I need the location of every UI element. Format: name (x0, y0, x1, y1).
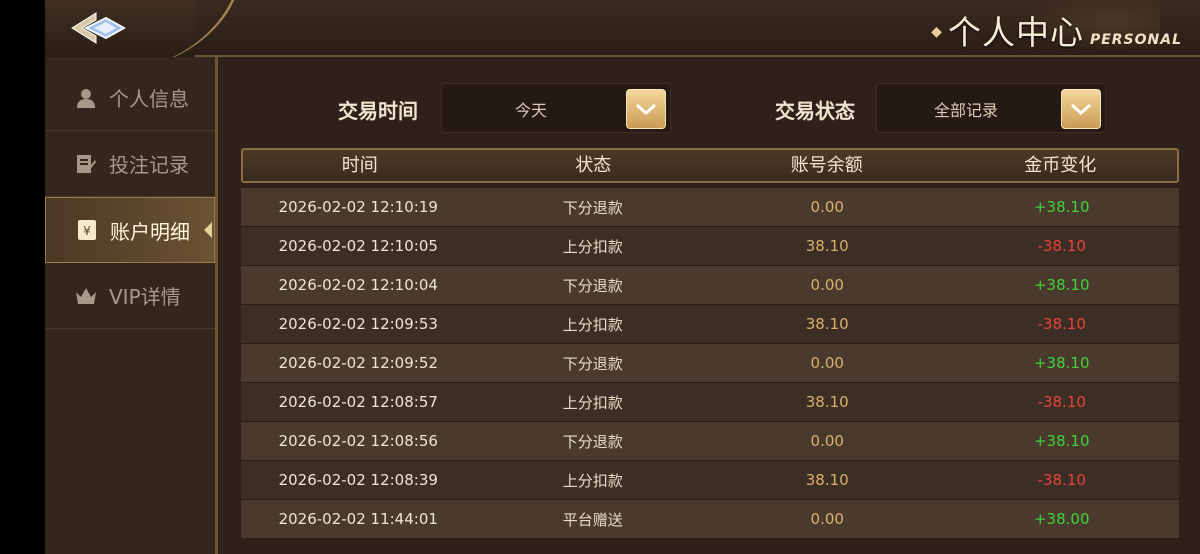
back-diamond-icon (71, 12, 127, 44)
sidebar-item-label: 投注记录 (109, 153, 189, 177)
transaction-status-label: 交易状态 (775, 99, 855, 123)
cell-status: 下分退款 (562, 432, 623, 451)
page-title-en: PERSONAL (1089, 32, 1182, 48)
sidebar-item-personal-info[interactable]: 个人信息 (45, 65, 215, 131)
cell-time: 2026-02-02 11:44:01 (278, 510, 438, 528)
table-row: 2026-02-02 12:10:19 下分退款 0.00 +38.10 (241, 188, 1179, 227)
sidebar-item-label: 账户明细 (110, 219, 190, 244)
table-row: 2026-02-02 11:44:01 平台赠送 0.00 +38.00 (241, 500, 1179, 539)
cell-time: 2026-02-02 12:08:39 (278, 471, 438, 489)
table-row: 2026-02-02 12:08:56 下分退款 0.00 +38.10 (241, 422, 1179, 461)
cell-status: 下分退款 (562, 198, 623, 217)
cell-balance: 0.00 (810, 510, 844, 528)
cell-balance: 38.10 (805, 315, 849, 333)
cell-coin-change: +38.10 (1033, 276, 1090, 294)
cell-coin-change: +38.10 (1033, 354, 1090, 372)
cell-coin-change: -38.10 (1037, 471, 1086, 489)
table-row: 2026-02-02 12:10:05 上分扣款 38.10 -38.10 (241, 227, 1179, 266)
table-row: 2026-02-02 12:10:04 下分退款 0.00 +38.10 (241, 266, 1179, 305)
cell-time: 2026-02-02 12:08:57 (278, 393, 438, 411)
column-header-status: 状态 (575, 155, 612, 176)
table-row: 2026-02-02 12:09:53 上分扣款 38.10 -38.10 (241, 305, 1179, 344)
cell-time: 2026-02-02 12:10:05 (278, 237, 438, 255)
cell-balance: 0.00 (810, 354, 844, 372)
crown-icon (75, 285, 97, 307)
cell-time: 2026-02-02 12:09:53 (278, 315, 438, 333)
cell-coin-change: -38.10 (1037, 393, 1086, 411)
transaction-time-value: 今天 (514, 101, 547, 120)
sidebar-item-label: 个人信息 (109, 87, 189, 111)
column-header-balance: 账号余额 (790, 155, 863, 176)
cell-balance: 38.10 (805, 471, 849, 489)
cell-time: 2026-02-02 12:08:56 (278, 432, 438, 450)
column-header-coin-change: 金币变化 (1024, 155, 1097, 176)
cell-coin-change: +38.00 (1033, 510, 1090, 528)
cell-status: 上分扣款 (562, 237, 623, 256)
cell-balance: 0.00 (810, 276, 844, 294)
cell-time: 2026-02-02 12:09:52 (278, 354, 438, 372)
transaction-status-select[interactable]: 全部记录 (876, 83, 1106, 133)
cell-time: 2026-02-02 12:10:04 (278, 276, 438, 294)
sidebar-item-bet-records[interactable]: 投注记录 (45, 131, 215, 197)
cell-balance: 38.10 (805, 393, 849, 411)
sidebar-item-vip-details[interactable]: VIP详情 (45, 263, 215, 329)
transaction-status-value: 全部记录 (933, 101, 998, 120)
transaction-time-select[interactable]: 今天 (441, 83, 671, 133)
column-header-time: 时间 (341, 155, 378, 176)
cell-status: 上分扣款 (562, 315, 623, 334)
cell-balance: 38.10 (805, 237, 849, 255)
cell-coin-change: +38.10 (1033, 198, 1090, 216)
cell-time: 2026-02-02 12:10:19 (278, 198, 438, 216)
cell-status: 上分扣款 (562, 393, 623, 412)
table-row: 2026-02-02 12:08:39 上分扣款 38.10 -38.10 (241, 461, 1179, 500)
back-button[interactable] (66, 8, 130, 48)
cell-status: 下分退款 (562, 354, 623, 373)
cell-status: 上分扣款 (562, 471, 623, 490)
title-diamond-icon: ◆ (931, 24, 942, 40)
cell-coin-change: +38.10 (1033, 432, 1090, 450)
table-header: 时间 状态 账号余额 金币变化 (241, 148, 1179, 183)
edit-document-icon (75, 153, 97, 175)
svg-text:¥: ¥ (83, 224, 91, 238)
sidebar-item-account-details[interactable]: ¥ 账户明细 (45, 197, 215, 263)
sidebar: 个人信息 投注记录 ¥ 账户明细 VIP详情 (45, 57, 218, 554)
cell-coin-change: -38.10 (1037, 237, 1086, 255)
user-icon (75, 87, 97, 109)
cell-balance: 0.00 (810, 198, 844, 216)
cell-balance: 0.00 (810, 432, 844, 450)
yen-document-icon: ¥ (76, 219, 98, 241)
table-row: 2026-02-02 12:09:52 下分退款 0.00 +38.10 (241, 344, 1179, 383)
page-title-cn: 个人中心 (947, 13, 1084, 52)
transactions-table: 时间 状态 账号余额 金币变化 2026-02-02 12:10:19 下分退款 0… (241, 148, 1179, 539)
sidebar-item-label: VIP详情 (109, 285, 181, 309)
chevron-down-icon[interactable] (1061, 89, 1101, 129)
page-title: ◆ 个人中心 PERSONAL (931, 6, 1182, 54)
table-row: 2026-02-02 12:08:57 上分扣款 38.10 -38.10 (241, 383, 1179, 422)
cell-status: 下分退款 (562, 276, 623, 295)
cell-coin-change: -38.10 (1037, 315, 1086, 333)
table-body: 2026-02-02 12:10:19 下分退款 0.00 +38.10 2026-02… (241, 188, 1179, 539)
active-indicator (204, 222, 212, 238)
chevron-down-icon[interactable] (626, 89, 666, 129)
transaction-time-label: 交易时间 (338, 99, 418, 123)
cell-status: 平台赠送 (562, 510, 623, 529)
